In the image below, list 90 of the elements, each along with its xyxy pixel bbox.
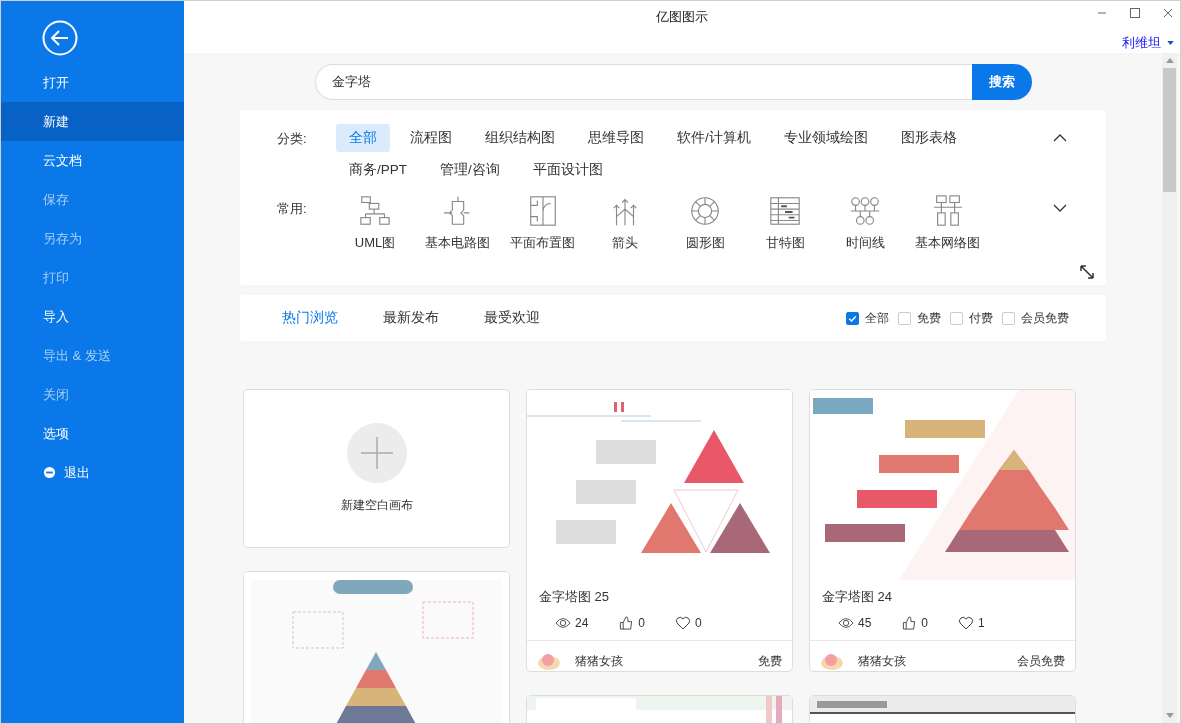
- diagram-type-label: 时间线: [845, 234, 885, 252]
- author-name: 猪猪女孩: [575, 652, 623, 670]
- checkbox-label: 全部: [865, 309, 889, 327]
- sidebar-item[interactable]: 选项: [1, 414, 184, 453]
- category-tab[interactable]: 组织结构图: [472, 124, 568, 152]
- category-tab[interactable]: 商务/PPT: [336, 156, 420, 184]
- window-title: 亿图图示: [656, 8, 708, 26]
- eye-icon: [838, 616, 854, 630]
- heart-icon: [675, 616, 692, 630]
- category-tab[interactable]: 图形表格: [887, 124, 970, 152]
- diagram-type-label: 平面布置图: [510, 234, 575, 252]
- heart-icon: [958, 616, 975, 630]
- search-field[interactable]: 金字塔: [314, 64, 972, 100]
- back-icon[interactable]: [42, 20, 78, 56]
- checkbox[interactable]: [1002, 311, 1015, 325]
- category-tab[interactable]: 流程图: [397, 124, 465, 152]
- diagram-type-label: 箭头: [612, 234, 638, 252]
- diagram-type-label: 基本网络图: [915, 234, 980, 252]
- checkbox-label: 会员免费: [1021, 309, 1069, 327]
- diagram-type[interactable]: 圆形图: [666, 194, 744, 252]
- new-blank-canvas-card[interactable]: 新建空白画布: [243, 389, 510, 548]
- checkbox[interactable]: [950, 311, 963, 325]
- template-title: 金字塔图 24: [821, 588, 894, 606]
- template-card[interactable]: 金字塔图 25 24 0 0 猪猪女孩 免费: [526, 389, 793, 672]
- favorite-count: 1: [978, 616, 985, 630]
- checkbox-label: 付费: [969, 309, 993, 327]
- sort-tab[interactable]: 最新发布: [383, 309, 439, 327]
- category-tab[interactable]: 管理/咨询: [427, 156, 513, 184]
- favorite-count: 0: [695, 616, 702, 630]
- author-name: 猪猪女孩: [858, 652, 906, 670]
- diagram-type[interactable]: 箭头: [586, 194, 664, 252]
- diagram-type[interactable]: 基本网络图: [906, 194, 989, 252]
- diagram-type[interactable]: 甘特图: [746, 194, 824, 252]
- eye-icon: [555, 616, 571, 630]
- gantt-chart-icon: [768, 194, 802, 228]
- scroll-down-icon[interactable]: [1165, 713, 1174, 718]
- category-tab[interactable]: 思维导图: [575, 124, 657, 152]
- sidebar-item[interactable]: 云文档: [1, 141, 184, 180]
- avatar-icon: [537, 651, 561, 671]
- uml-icon: [358, 194, 392, 228]
- category-tab[interactable]: 平面设计图: [519, 156, 616, 184]
- diagram-type[interactable]: 时间线: [826, 194, 904, 252]
- scroll-up-icon[interactable]: [1165, 58, 1174, 63]
- chevron-up-icon[interactable]: [1053, 134, 1067, 142]
- sidebar-item[interactable]: 导入: [1, 297, 184, 336]
- category-label: 分类:: [277, 130, 308, 148]
- like-count: 0: [921, 616, 929, 630]
- plus-icon: [346, 423, 407, 483]
- sidebar-item[interactable]: 新建: [1, 102, 184, 141]
- diagram-type-label: 甘特图: [765, 234, 805, 252]
- category-tab[interactable]: 软件/计算机: [664, 124, 764, 152]
- user-menu[interactable]: 利维坦: [1122, 34, 1174, 52]
- checkbox[interactable]: [898, 311, 911, 325]
- diagram-type-label: UML图: [354, 234, 396, 252]
- diagram-type[interactable]: 平面布置图: [501, 194, 584, 252]
- checkbox-label: 免费: [917, 309, 941, 327]
- ring-icon: [688, 194, 722, 228]
- checkbox[interactable]: [846, 311, 859, 325]
- diagram-type-label: 基本电路图: [425, 234, 490, 252]
- minus-circle-icon: [43, 466, 56, 479]
- timeline-icon: [848, 194, 882, 228]
- diagram-type[interactable]: 基本电路图: [416, 194, 499, 252]
- category-tab[interactable]: 专业领域绘图: [770, 124, 881, 152]
- thumbs-up-icon: [618, 616, 635, 630]
- blank-canvas-label: 新建空白画布: [340, 497, 413, 514]
- search-button[interactable]: 搜索: [971, 64, 1032, 100]
- template-card[interactable]: 金字塔图 24 45 0 1 猪猪女孩 会员免费: [809, 389, 1076, 672]
- price-label: 会员免费: [1017, 652, 1065, 670]
- sidebar-item[interactable]: 退出: [1, 453, 184, 492]
- price-label: 免费: [758, 652, 782, 670]
- scrollbar-thumb[interactable]: [1163, 68, 1176, 192]
- chevron-down-icon[interactable]: [1053, 204, 1067, 212]
- sort-tab[interactable]: 热门浏览: [282, 309, 338, 327]
- sidebar-item[interactable]: 打开: [1, 63, 184, 102]
- scrollbar[interactable]: [1162, 53, 1177, 723]
- caret-icon: [1167, 41, 1174, 45]
- diagram-type-label: 圆形图: [685, 234, 725, 252]
- maximize-icon[interactable]: [1129, 7, 1141, 19]
- thumbs-up-icon: [901, 616, 918, 630]
- view-count: 24: [575, 616, 589, 630]
- avatar-icon: [820, 651, 844, 671]
- category-tab[interactable]: 全部: [336, 124, 390, 152]
- diagram-type[interactable]: UML图: [336, 194, 414, 252]
- like-count: 0: [638, 616, 646, 630]
- common-label: 常用:: [277, 200, 308, 218]
- template-title: 金字塔图 25: [538, 588, 611, 606]
- view-count: 45: [858, 616, 872, 630]
- sort-tab[interactable]: 最受欢迎: [484, 309, 540, 327]
- close-icon[interactable]: [1162, 7, 1174, 19]
- expand-icon[interactable]: [1080, 265, 1094, 279]
